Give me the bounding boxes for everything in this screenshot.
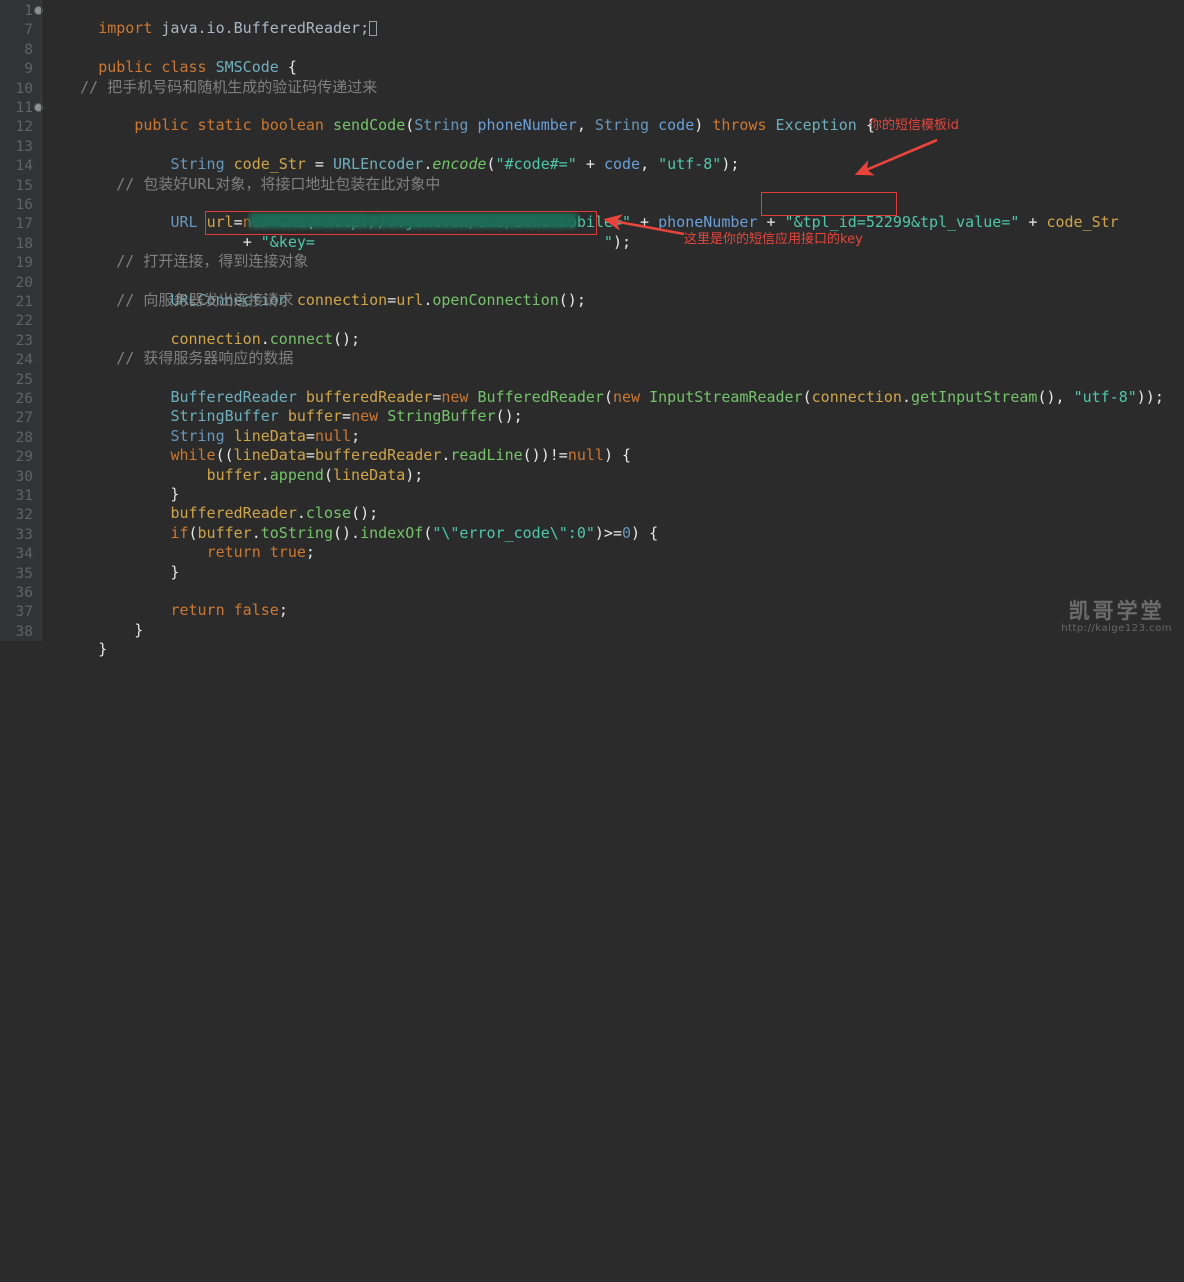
code-line-37: } [98, 620, 144, 639]
line-number-16: 16 [15, 197, 33, 213]
line-number-1: 1 [24, 3, 33, 19]
line-number-15: 15 [15, 177, 33, 194]
key-string-literal: "&key= [260, 232, 315, 251]
line-number-24: 24 [15, 352, 33, 369]
gutter-divider [41, 0, 42, 641]
code-line-15: // 包装好URL对象，将接口地址包装在此对象中 [44, 174, 441, 193]
line-number-26: 26 [15, 391, 33, 407]
code-line-31: bufferedReader.close(); [170, 504, 379, 523]
line-number-12: 12 [15, 119, 33, 136]
code-line-26: StringBuffer buffer=new StringBuffer(); [170, 407, 523, 426]
code-line-24: // 获得服务器响应的数据 [44, 349, 294, 368]
code-line-8: public class SMSCode { [98, 58, 297, 77]
tpl-id-string-literal: "&tpl_id=52299&tpl_value=" [784, 213, 1020, 232]
line-number-31: 31 [15, 488, 33, 504]
code-line-13: String code_Str = URLEncoder.encode("#co… [170, 155, 740, 174]
line-number-9: 9 [24, 61, 33, 78]
code-line-19: // 打开连接，得到连接对象 [44, 252, 309, 271]
code-line-30: } [98, 485, 180, 503]
line-number-23: 23 [15, 332, 33, 349]
line-number-22: 22 [15, 313, 33, 330]
line-number-27: 27 [15, 410, 33, 427]
code-line-34: } [98, 562, 180, 581]
code-line-28: while((lineData=bufferedReader.readLine(… [170, 446, 632, 465]
line-number-14: 14 [15, 158, 33, 175]
code-line-17: + "&key= "); [242, 232, 632, 251]
line-number-10: 10 [15, 80, 33, 97]
line-number-28: 28 [15, 429, 33, 446]
code-line-25: BufferedReader bufferedReader=new Buffer… [170, 388, 1164, 406]
code-line-21: // 向服务器发出连接请求 [44, 291, 294, 309]
watermark-title: 凯哥学堂 [1068, 599, 1165, 623]
code-line-20: URLConnection connection=url.openConnect… [170, 291, 586, 309]
code-line-11: public static boolean sendCode(String ph… [134, 116, 875, 135]
code-editor[interactable]: 1 7 8 9 10 11 12 13 14 15 16 17 18 19 20 21 22 23 24 25 26 27… [0, 0, 1184, 659]
code-line-29: buffer.append(lineData); [206, 465, 424, 484]
line-number-17: 17 [15, 216, 33, 233]
line-number-gutter[interactable]: 1 7 8 9 10 11 12 13 14 15 16 17 18 19 20 21 22 23 24 25 26 27… [0, 0, 43, 641]
code-line-32: if(buffer.toString().indexOf("\"error_co… [170, 523, 659, 542]
line-number-25: 25 [15, 371, 33, 388]
text-caret [369, 21, 378, 37]
line-number-35: 35 [15, 565, 33, 582]
code-content[interactable]: import java.io.BufferedReader; public cl… [44, 0, 1184, 659]
line-number-8: 8 [24, 41, 33, 58]
line-number-11: 11 [15, 100, 33, 116]
code-line-1: import java.io.BufferedReader; [44, 0, 378, 37]
watermark: 凯哥学堂 http://kaige123.com [1061, 599, 1172, 635]
line-number-33: 33 [15, 526, 33, 543]
line-number-36: 36 [15, 585, 33, 601]
line-number-21: 21 [15, 294, 33, 310]
code-line-16: URL url=new URL("http://v.juhe.cn/sms/se… [170, 213, 1119, 232]
line-number-13: 13 [15, 138, 33, 155]
code-line-27: String lineData=null; [170, 426, 361, 445]
code-line-33: return true; [206, 543, 315, 562]
line-number-34: 34 [15, 546, 33, 563]
line-number-18: 18 [15, 235, 33, 252]
code-line-36: return false; [170, 601, 288, 620]
code-line-38: } [98, 640, 108, 659]
line-number-19: 19 [15, 255, 33, 272]
line-number-7: 7 [24, 22, 33, 39]
line-number-30: 30 [15, 468, 33, 485]
code-line-22: connection.connect(); [170, 329, 361, 348]
line-number-29: 29 [15, 449, 33, 466]
line-number-38: 38 [15, 623, 33, 640]
watermark-url: http://kaige123.com [1061, 623, 1172, 634]
line-number-37: 37 [15, 604, 33, 621]
code-line-10: // 把手机号码和随机生成的验证码传递过来 [44, 77, 378, 96]
line-number-32: 32 [15, 507, 33, 524]
line-number-20: 20 [15, 274, 33, 291]
